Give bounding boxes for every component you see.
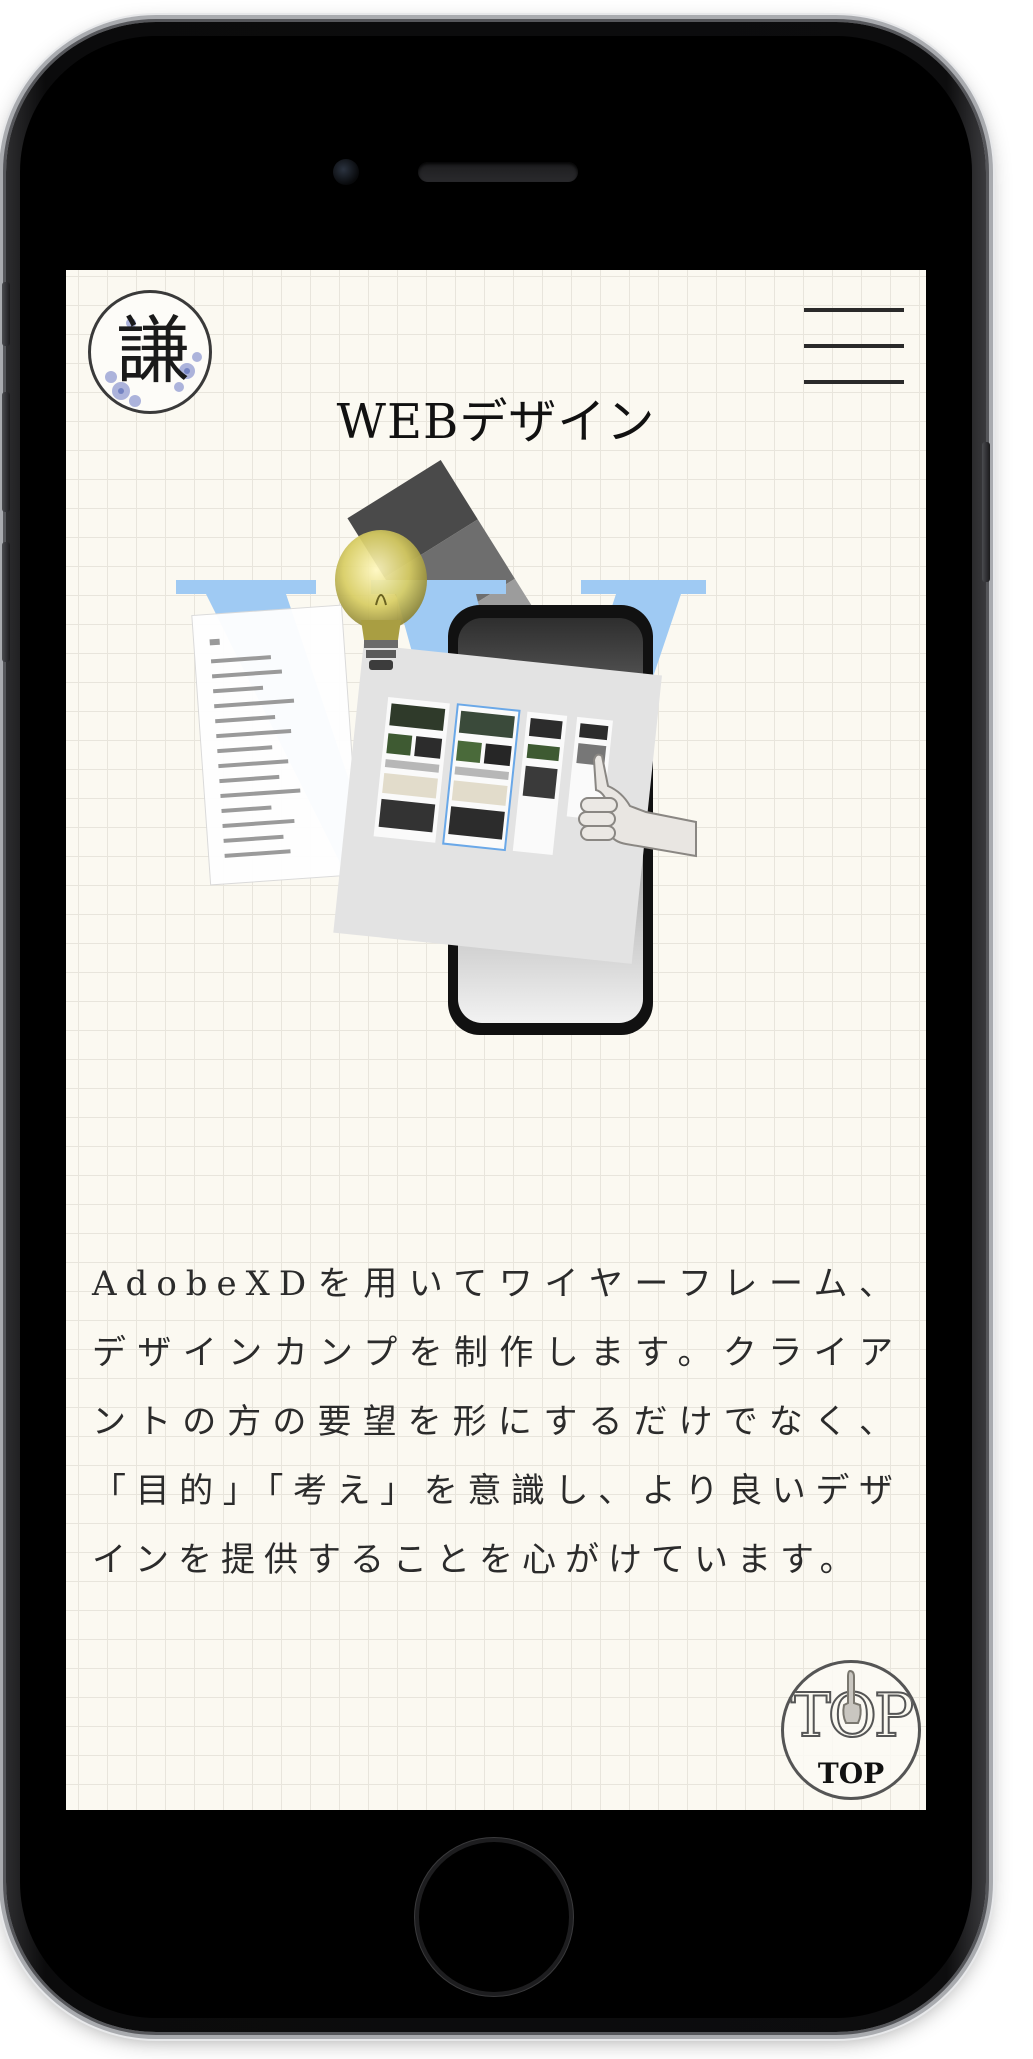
hero-illustration	[176, 460, 706, 1035]
power-button	[982, 442, 990, 582]
earpiece-speaker	[418, 162, 578, 182]
menu-bar	[804, 344, 904, 348]
screen: 謙 WEBデザイン AdobeXDを用いてワイヤーフレーム、デザインカンプを制作…	[66, 270, 926, 1810]
back-to-top-button[interactable]: TOP TOP	[781, 1660, 921, 1800]
volume-down-button	[2, 542, 10, 662]
service-description: AdobeXDを用いてワイヤーフレーム、デザインカンプを制作します。クライアント…	[92, 1264, 902, 1580]
home-button[interactable]	[419, 1842, 569, 1992]
silent-switch	[2, 282, 10, 346]
pointing-hand-icon	[842, 1669, 862, 1724]
top-label: TOP	[817, 1757, 885, 1790]
page-title: WEBデザイン	[336, 394, 656, 450]
volume-up-button	[2, 392, 10, 512]
menu-bar	[804, 308, 904, 312]
front-camera-icon	[333, 159, 359, 185]
hamburger-menu-icon[interactable]	[804, 306, 904, 386]
adobexd-panel	[191, 604, 361, 886]
